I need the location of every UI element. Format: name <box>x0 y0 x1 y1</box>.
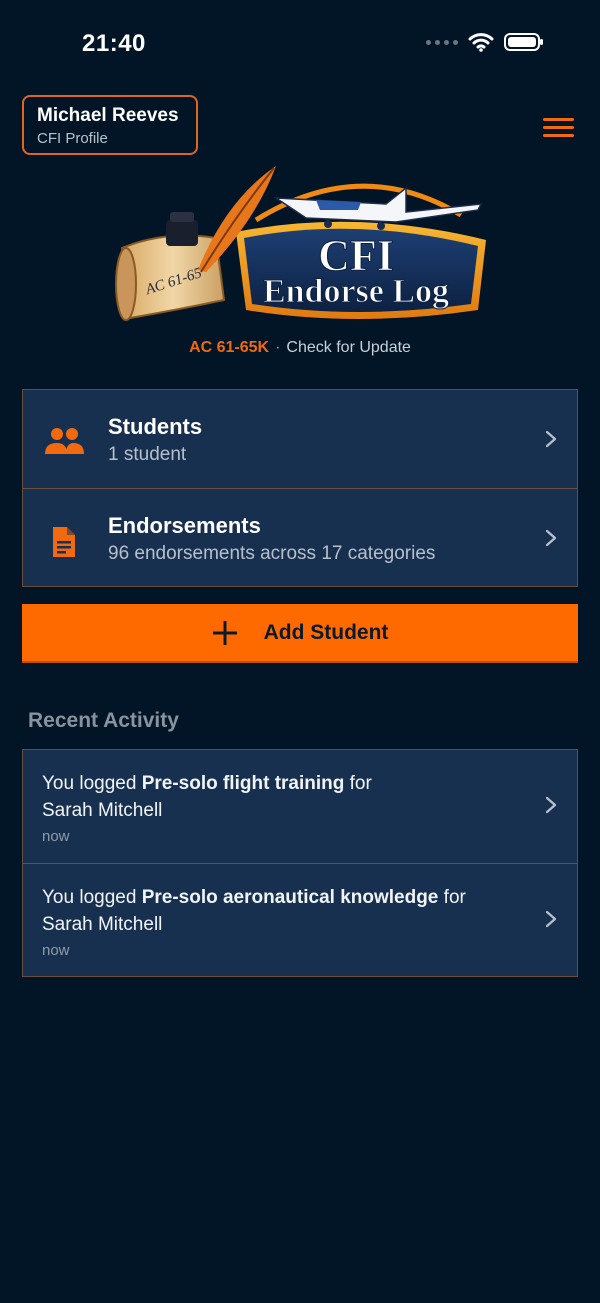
activity-text: You logged Pre-solo aeronautical knowled… <box>42 884 517 938</box>
chevron-right-icon <box>545 430 557 448</box>
chevron-right-icon <box>545 529 557 547</box>
recent-activity-list: You logged Pre-solo flight training for S… <box>22 749 578 977</box>
activity-endorsement: Pre-solo aeronautical knowledge <box>141 887 439 908</box>
status-icons <box>426 32 544 52</box>
activity-time: now <box>42 942 70 959</box>
students-title: Students <box>108 414 203 439</box>
activity-time: now <box>42 828 70 845</box>
ink-pot-icon <box>166 212 198 246</box>
signal-icon <box>426 39 458 45</box>
students-count: 1 student <box>108 444 187 465</box>
main-nav-card: Students 1 student Endorsements 96 endor… <box>22 389 578 587</box>
activity-student: Sarah Mitchell <box>42 800 163 821</box>
separator: · <box>275 339 281 356</box>
document-icon <box>53 527 75 557</box>
status-bar: 21:40 <box>0 0 600 90</box>
activity-prefix: You logged <box>42 887 142 908</box>
endorsements-title: Endorsements <box>108 513 261 538</box>
recent-activity-title: Recent Activity <box>28 709 179 732</box>
people-icon <box>45 428 84 454</box>
add-student-label: Add Student <box>263 620 389 644</box>
activity-suffix: for <box>344 773 372 794</box>
activity-text: You logged Pre-solo flight training for S… <box>42 770 517 824</box>
endorsements-count: 96 endorsements across 17 categories <box>108 543 436 564</box>
activity-student: Sarah Mitchell <box>42 914 163 935</box>
endorsements-row[interactable]: Endorsements 96 endorsements across 17 c… <box>23 488 577 586</box>
students-row[interactable]: Students 1 student <box>23 390 577 488</box>
check-update-link[interactable]: Check for Update <box>286 339 411 356</box>
version-line: AC 61-65K · Check for Update <box>0 339 600 357</box>
app-logo: AC 61-65 CFI Endorse Log <box>115 166 486 321</box>
activity-item[interactable]: You logged Pre-solo flight training for S… <box>23 750 577 863</box>
profile-button[interactable]: Michael Reeves CFI Profile <box>22 95 198 155</box>
status-time: 21:40 <box>82 30 146 57</box>
battery-icon <box>504 33 543 51</box>
plus-icon <box>212 620 237 645</box>
chevron-right-icon <box>545 910 557 928</box>
activity-prefix: You logged <box>42 773 142 794</box>
activity-endorsement: Pre-solo flight training <box>141 773 345 794</box>
add-student-button[interactable]: Add Student <box>22 604 578 663</box>
chevron-right-icon <box>545 796 557 814</box>
activity-suffix: for <box>438 887 466 908</box>
profile-name: Michael Reeves <box>37 105 179 126</box>
version-label: AC 61-65K <box>189 339 270 356</box>
wifi-icon <box>468 33 494 52</box>
profile-role: CFI Profile <box>37 130 108 147</box>
hamburger-menu-icon[interactable] <box>543 118 575 138</box>
activity-item[interactable]: You logged Pre-solo aeronautical knowled… <box>23 863 577 976</box>
logo-title-endorse-log: Endorse Log <box>263 273 449 310</box>
